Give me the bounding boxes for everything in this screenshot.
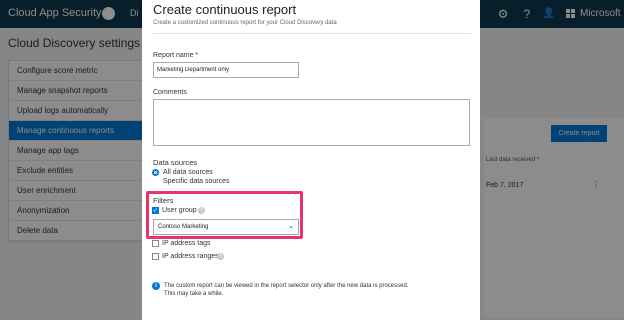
dialog-subtitle: Create a customized continuous report fo… <box>153 20 337 26</box>
processing-note: The custom report can be viewed in the r… <box>164 282 408 298</box>
ip-address-tags-label[interactable]: IP address tags <box>162 240 211 247</box>
radio-all-data-sources[interactable] <box>152 169 159 176</box>
dialog-title: Create continuous report <box>153 2 297 17</box>
filters-highlight <box>146 191 303 239</box>
comments-textarea[interactable] <box>153 99 470 146</box>
note-line-1: The custom report can be viewed in the r… <box>164 283 409 289</box>
data-sources-label: Data sources <box>153 158 198 167</box>
report-name-label: Report name * <box>153 52 198 59</box>
report-name-input[interactable] <box>153 62 299 78</box>
dialog-divider <box>153 33 471 34</box>
info-icon: i <box>152 282 160 290</box>
ip-address-ranges-checkbox[interactable] <box>152 253 159 260</box>
note-line-2: This may take a while. <box>164 291 224 297</box>
specific-data-sources-label[interactable]: Specific data sources <box>163 178 230 185</box>
ip-address-ranges-label[interactable]: IP address ranges <box>162 253 219 260</box>
comments-label: Comments <box>153 89 187 96</box>
required-marker: * <box>195 52 199 59</box>
ip-address-tags-checkbox[interactable] <box>152 240 159 247</box>
ip-ranges-info-icon[interactable]: i <box>217 253 224 260</box>
all-data-sources-label[interactable]: All data sources <box>163 169 213 176</box>
report-name-label-text: Report name <box>153 52 194 59</box>
